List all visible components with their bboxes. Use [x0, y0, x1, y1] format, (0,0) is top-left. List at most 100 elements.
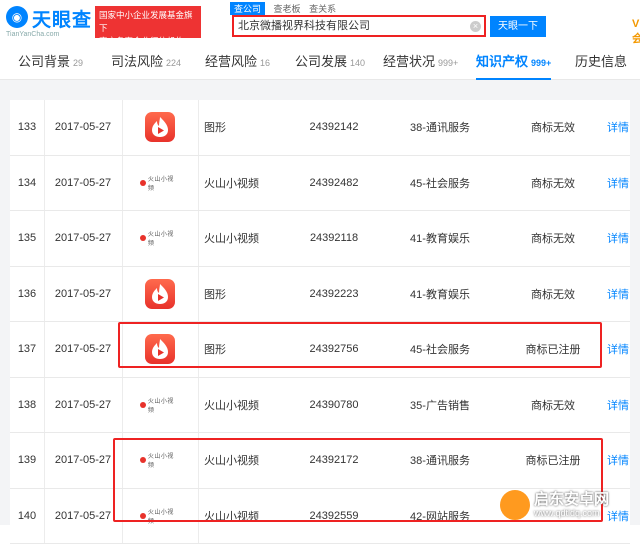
trademark-name: 火山小视频 — [198, 156, 288, 211]
tab-history[interactable]: 历史信息 — [575, 44, 627, 80]
tab-count: 29 — [73, 58, 83, 68]
registration-number: 24392118 — [288, 211, 380, 266]
tab-label: 经营风险 — [205, 54, 257, 69]
table-row: 1372017-05-27 图形2439275645-社会服务商标已注册详情 — [10, 322, 630, 378]
banner-line-1: 国家中小企业发展基金旗下 — [99, 9, 197, 35]
clear-icon[interactable]: × — [470, 21, 481, 32]
trademark-status: 商标无效 — [500, 267, 606, 322]
search-tab-company[interactable]: 查公司 — [230, 2, 265, 15]
search-tab-relation[interactable]: 查关系 — [309, 2, 336, 15]
detail-link[interactable]: 详情 — [606, 156, 630, 211]
table-row: 1352017-05-27火山小视频火山小视频2439211841-教育娱乐商标… — [10, 211, 630, 267]
tab-operation-risk[interactable]: 经营风险16 — [205, 44, 270, 80]
tab-count: 224 — [166, 58, 181, 68]
tab-intellectual-property[interactable]: 知识产权999+ — [476, 44, 551, 80]
detail-link[interactable]: 详情 — [606, 100, 630, 155]
wordmark-dot — [140, 402, 146, 408]
flame-icon — [145, 334, 175, 364]
trademark-image: 火山小视频 — [122, 489, 198, 544]
trademark-image: 火山小视频 — [122, 433, 198, 488]
search-type-tabs: 查公司 查老板 查关系 — [230, 2, 342, 14]
registration-number: 24392482 — [288, 156, 380, 211]
registration-number: 24392756 — [288, 322, 380, 377]
trademark-name: 火山小视频 — [198, 433, 288, 488]
registration-number: 24390780 — [288, 378, 380, 433]
wordmark-icon: 火山小视频 — [140, 454, 180, 466]
tab-count: 999+ — [438, 58, 458, 68]
table-row: 1362017-05-27图形2439222341-教育娱乐商标无效详情 — [10, 267, 630, 323]
tab-label: 公司发展 — [295, 54, 347, 69]
wordmark-text: 火山小视频 — [148, 507, 180, 525]
watermark-logo-icon — [500, 490, 530, 520]
row-index: 135 — [10, 211, 44, 266]
application-date: 2017-05-27 — [44, 322, 122, 377]
wordmark-dot — [140, 180, 146, 186]
tab-business-status[interactable]: 经营状况999+ — [383, 44, 458, 80]
trademark-name: 图形 — [198, 100, 288, 155]
row-index: 137 — [10, 322, 44, 377]
trademark-image: 火山小视频 — [122, 378, 198, 433]
application-date: 2017-05-27 — [44, 211, 122, 266]
trademark-status: 商标无效 — [500, 211, 606, 266]
detail-link[interactable]: 详情 — [606, 322, 630, 377]
application-date: 2017-05-27 — [44, 378, 122, 433]
application-date: 2017-05-27 — [44, 156, 122, 211]
trademark-status: 商标无效 — [500, 156, 606, 211]
row-index: 136 — [10, 267, 44, 322]
application-date: 2017-05-27 — [44, 100, 122, 155]
content-area: 1332017-05-27图形2439214238-通讯服务商标无效详情1342… — [0, 80, 640, 525]
logo[interactable]: ◉ 天眼查 TianYanCha.com — [6, 4, 94, 40]
trademark-status: 商标无效 — [500, 100, 606, 155]
international-class: 41-教育娱乐 — [380, 211, 500, 266]
detail-link[interactable]: 详情 — [606, 211, 630, 266]
trademark-image — [122, 322, 198, 377]
tab-company-background[interactable]: 公司背景29 — [18, 44, 83, 80]
promo-banner[interactable]: 国家中小企业发展基金旗下 官方备案企业征信机构 — [95, 6, 201, 38]
wordmark-dot — [140, 513, 146, 519]
trademark-name: 图形 — [198, 322, 288, 377]
wordmark-icon: 火山小视频 — [140, 232, 180, 244]
trademark-image: 火山小视频 — [122, 211, 198, 266]
row-index: 134 — [10, 156, 44, 211]
row-index: 133 — [10, 100, 44, 155]
logo-text: 天眼查 — [32, 5, 92, 32]
tab-count: 999+ — [531, 58, 551, 68]
table-row: 1382017-05-27火山小视频火山小视频2439078035-广告销售商标… — [10, 378, 630, 434]
trademark-status: 商标无效 — [500, 378, 606, 433]
tab-company-development[interactable]: 公司发展140 — [295, 44, 365, 80]
watermark-url: www.qdtldq.com — [534, 508, 600, 518]
tab-label: 历史信息 — [575, 54, 627, 69]
wordmark-dot — [140, 457, 146, 463]
wordmark-dot — [140, 235, 146, 241]
international-class: 42-网站服务 — [380, 489, 500, 544]
international-class: 38-通讯服务 — [380, 433, 500, 488]
trademark-name: 图形 — [198, 267, 288, 322]
search-input[interactable]: 北京微播视界科技有限公司 — [232, 15, 486, 37]
table-row: 1392017-05-27火山小视频火山小视频2439217238-通讯服务商标… — [10, 433, 630, 489]
tab-legal-risk[interactable]: 司法风险224 — [111, 44, 181, 80]
detail-link[interactable]: 详情 — [606, 433, 630, 488]
trademark-status: 商标已注册 — [500, 322, 606, 377]
trademark-image — [122, 267, 198, 322]
detail-link[interactable]: 详情 — [606, 378, 630, 433]
detail-link[interactable]: 详情 — [606, 267, 630, 322]
trademark-name: 火山小视频 — [198, 211, 288, 266]
search-tab-boss[interactable]: 查老板 — [274, 2, 301, 15]
application-date: 2017-05-27 — [44, 267, 122, 322]
logo-eye-icon: ◉ — [6, 6, 28, 28]
international-class: 45-社会服务 — [380, 322, 500, 377]
row-index: 138 — [10, 378, 44, 433]
wordmark-icon: 火山小视频 — [140, 399, 180, 411]
application-date: 2017-05-27 — [44, 433, 122, 488]
search-area: 查公司 查老板 查关系 北京微播视界科技有限公司 × 天眼一下 VIP会员 — [230, 2, 630, 42]
tab-label: 公司背景 — [18, 54, 70, 69]
trademark-status: 商标已注册 — [500, 433, 606, 488]
top-bar: ◉ 天眼查 TianYanCha.com 国家中小企业发展基金旗下 官方备案企业… — [0, 0, 640, 44]
registration-number: 24392142 — [288, 100, 380, 155]
search-button[interactable]: 天眼一下 — [490, 16, 546, 37]
international-class: 38-通讯服务 — [380, 100, 500, 155]
wordmark-icon: 火山小视频 — [140, 177, 180, 189]
tab-label: 知识产权 — [476, 54, 528, 69]
wordmark-text: 火山小视频 — [148, 451, 180, 469]
wordmark-text: 火山小视频 — [148, 396, 180, 414]
